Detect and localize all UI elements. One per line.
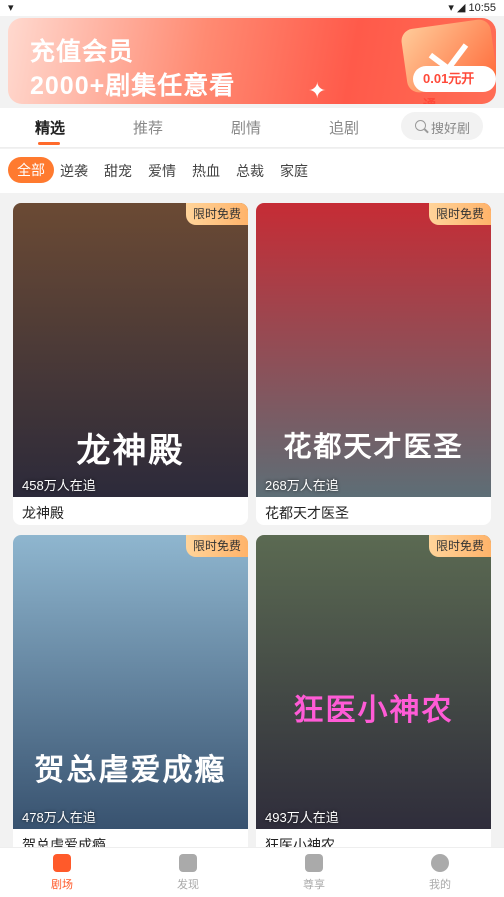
- free-badge: 限时免费: [185, 203, 248, 225]
- nav-profile-label: 我的: [429, 879, 451, 891]
- banner-line1: 充值会员: [30, 38, 135, 66]
- poster-image: 贺总虐爱成瘾: [13, 535, 248, 829]
- category-action[interactable]: 热血: [192, 161, 220, 181]
- nav-vip[interactable]: 尊享: [284, 854, 344, 892]
- category-ceo[interactable]: 总裁: [236, 161, 264, 181]
- search-box[interactable]: 搜好剧: [401, 112, 483, 140]
- status-right: ▾ ◢ 10:55: [448, 2, 496, 14]
- nav-discover[interactable]: 发现: [158, 854, 218, 892]
- drama-card[interactable]: 龙神殿 限时免费 458万人在追 龙神殿: [13, 203, 248, 525]
- top-tabs: 精选 推荐 剧情 追剧 搜好剧: [0, 108, 504, 148]
- banner-line2: 2000+剧集任意看: [30, 72, 236, 100]
- free-badge: 限时免费: [185, 535, 248, 557]
- nav-theater-label: 剧场: [51, 879, 73, 891]
- theater-icon: [53, 854, 71, 872]
- vip-banner[interactable]: 充值会员 2000+剧集任意看 ✦ 0.01元开通: [8, 18, 496, 104]
- drama-card[interactable]: 花都天才医圣 限时免费 268万人在追 花都天才医圣: [256, 203, 491, 525]
- poster-title-text: 花都天才医圣: [283, 431, 464, 462]
- poster-image: 龙神殿: [13, 203, 248, 497]
- tab-plot[interactable]: 剧情: [231, 117, 261, 138]
- watching-count: 478万人在追: [22, 810, 96, 825]
- active-tab-indicator: [38, 142, 60, 145]
- search-placeholder: 搜好剧: [431, 121, 471, 136]
- poster-title-text: 龙神殿: [76, 432, 185, 470]
- drama-card[interactable]: 狂医小神农 限时免费 493万人在追 狂医小神农: [256, 535, 491, 857]
- nav-discover-label: 发现: [177, 879, 199, 891]
- status-left: ▾: [8, 2, 14, 14]
- watching-count: 458万人在追: [22, 478, 96, 493]
- drama-title: 花都天才医圣: [265, 505, 349, 521]
- category-sweet[interactable]: 甜宠: [104, 161, 132, 181]
- drama-card[interactable]: 贺总虐爱成瘾 限时免费 478万人在追 贺总虐爱成瘾: [13, 535, 248, 857]
- tab-following[interactable]: 追剧: [329, 117, 359, 138]
- poster-title-text: 狂医小神农: [293, 694, 454, 727]
- drama-title: 龙神殿: [22, 505, 64, 521]
- bottom-nav: 剧场 发现 尊享 我的: [0, 847, 504, 897]
- category-family[interactable]: 家庭: [280, 161, 308, 181]
- free-badge: 限时免费: [428, 203, 491, 225]
- poster-image: 狂医小神农: [256, 535, 491, 829]
- poster-title-text: 贺总虐爱成瘾: [34, 754, 227, 787]
- watching-count: 268万人在追: [265, 478, 339, 493]
- category-romance[interactable]: 爱情: [148, 161, 176, 181]
- free-badge: 限时免费: [428, 535, 491, 557]
- nav-profile[interactable]: 我的: [410, 854, 470, 892]
- poster-image: 花都天才医圣: [256, 203, 491, 497]
- category-bar: 全部 逆袭 甜宠 爱情 热血 总裁 家庭: [0, 149, 504, 193]
- vip-icon: [305, 854, 323, 872]
- category-counterattack[interactable]: 逆袭: [60, 161, 88, 181]
- discover-icon: [179, 854, 197, 872]
- nav-vip-label: 尊享: [303, 879, 325, 891]
- profile-icon: [431, 854, 449, 872]
- nav-theater[interactable]: 剧场: [32, 854, 92, 892]
- tab-recommend[interactable]: 推荐: [133, 117, 163, 138]
- open-vip-button[interactable]: 0.01元开通: [413, 66, 496, 104]
- category-all[interactable]: 全部: [8, 157, 54, 183]
- status-bar: ▾ ▾ ◢ 10:55: [0, 0, 504, 16]
- sparkle-icon: ✦: [308, 78, 327, 103]
- watching-count: 493万人在追: [265, 810, 339, 825]
- tab-featured[interactable]: 精选: [35, 117, 65, 138]
- search-icon: [415, 120, 426, 131]
